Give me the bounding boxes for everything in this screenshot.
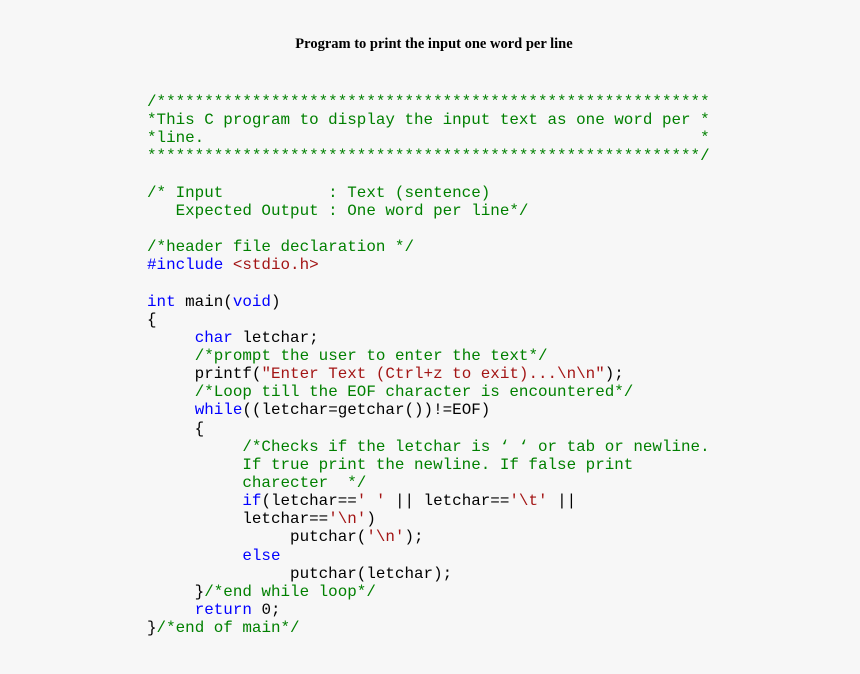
code-text: main( <box>175 292 233 311</box>
code-line: putchar('\n'); <box>147 528 710 546</box>
code-line: return 0; <box>147 601 710 619</box>
code-text: printf( <box>147 365 262 384</box>
code-string: <stdio.h> <box>232 256 319 275</box>
code-line: /* Input : Text (sentence) <box>147 184 710 202</box>
code-text: letchar== <box>147 510 329 529</box>
code-string: '\n' <box>328 510 367 529</box>
code-string: "Enter Text (Ctrl+z to exit)...\n\n" <box>261 365 605 384</box>
code-comment: /*prompt the user to enter the text*/ <box>194 346 548 365</box>
code-keyword: else <box>242 546 281 565</box>
code-line: { <box>147 311 710 329</box>
code-text: 0; <box>251 600 281 619</box>
code-line: /*prompt the user to enter the text*/ <box>147 347 710 365</box>
code-line: if(letchar==' ' || letchar=='\t' || <box>147 492 710 510</box>
code-keyword: void <box>232 292 271 311</box>
code-text: } <box>147 582 205 601</box>
code-text: (letchar== <box>261 492 357 511</box>
code-keyword: if <box>242 492 262 511</box>
code-line: printf("Enter Text (Ctrl+z to exit)...\n… <box>147 365 710 383</box>
code-comment: ****************************************… <box>147 147 710 166</box>
code-comment: /*Loop till the EOF character is encount… <box>194 383 634 402</box>
code-text: || letchar== <box>385 492 510 511</box>
code-comment: /***************************************… <box>147 93 710 111</box>
code-line: #include <stdio.h> <box>147 256 710 274</box>
code-comment: If true print the newline. If false prin… <box>147 455 634 474</box>
code-line: }/*end while loop*/ <box>147 583 710 601</box>
code-line: Expected Output : One word per line*/ <box>147 202 710 220</box>
code-comment: /*Checks if the letchar is ‘ ‘ or tab or… <box>242 437 710 456</box>
code-text: putchar(letchar); <box>147 564 453 583</box>
code-line: /*Checks if the letchar is ‘ ‘ or tab or… <box>147 437 710 456</box>
code-comment: /*end of main*/ <box>156 619 300 638</box>
code-text: ); <box>604 365 624 384</box>
code-line: char letchar; <box>147 329 710 347</box>
code-comment: /* Input : Text (sentence) <box>147 183 491 202</box>
code-comment: Expected Output : One word per line*/ <box>147 201 529 220</box>
code-line: while((letchar=getchar())!=EOF) <box>147 401 710 419</box>
code-line: ****************************************… <box>147 147 710 165</box>
page-title: Program to print the input one word per … <box>295 36 573 52</box>
code-string: '\n' <box>366 528 405 547</box>
code-line: *line. * <box>147 129 710 147</box>
code-line: int main(void) <box>147 293 710 311</box>
code-listing: /***************************************… <box>147 93 710 637</box>
code-comment: *This C program to display the input tex… <box>147 111 710 130</box>
code-text: letchar; <box>232 328 319 347</box>
code-string: ' ' <box>356 492 386 511</box>
code-line: putchar(letchar); <box>147 565 710 583</box>
code-text: ((letchar=getchar())!=EOF) <box>242 401 491 420</box>
code-keyword: int <box>147 292 176 311</box>
code-line: *This C program to display the input tex… <box>147 111 710 129</box>
code-line: letchar=='\n') <box>147 510 710 528</box>
code-keyword: #include <box>147 256 233 275</box>
code-text: { <box>147 419 205 438</box>
code-text: ); <box>404 528 424 547</box>
code-keyword: char <box>194 328 233 347</box>
code-text: } <box>147 619 157 638</box>
code-line: /***************************************… <box>147 93 710 111</box>
code-string: '\t' <box>509 492 548 511</box>
code-keyword: return <box>194 600 252 619</box>
code-line: /*header file declaration */ <box>147 238 710 256</box>
code-keyword: while <box>194 401 243 420</box>
code-text: || <box>547 492 577 511</box>
code-line: else <box>147 547 710 565</box>
code-text: ) <box>366 510 376 529</box>
code-text: putchar( <box>147 528 367 547</box>
code-comment: *line. * <box>147 129 710 148</box>
code-comment: charecter */ <box>147 473 367 492</box>
code-line: If true print the newline. If false prin… <box>147 456 710 474</box>
code-line: { <box>147 420 710 438</box>
code-line: /*Loop till the EOF character is encount… <box>147 383 710 401</box>
code-line: charecter */ <box>147 474 710 492</box>
code-text: ) <box>270 292 281 311</box>
code-comment: /*header file declaration */ <box>147 238 415 257</box>
code-text: { <box>147 310 157 329</box>
document-page: Program to print the input one word per … <box>0 0 860 674</box>
code-comment: /*end while loop*/ <box>204 582 376 601</box>
code-line: }/*end of main*/ <box>147 619 710 637</box>
